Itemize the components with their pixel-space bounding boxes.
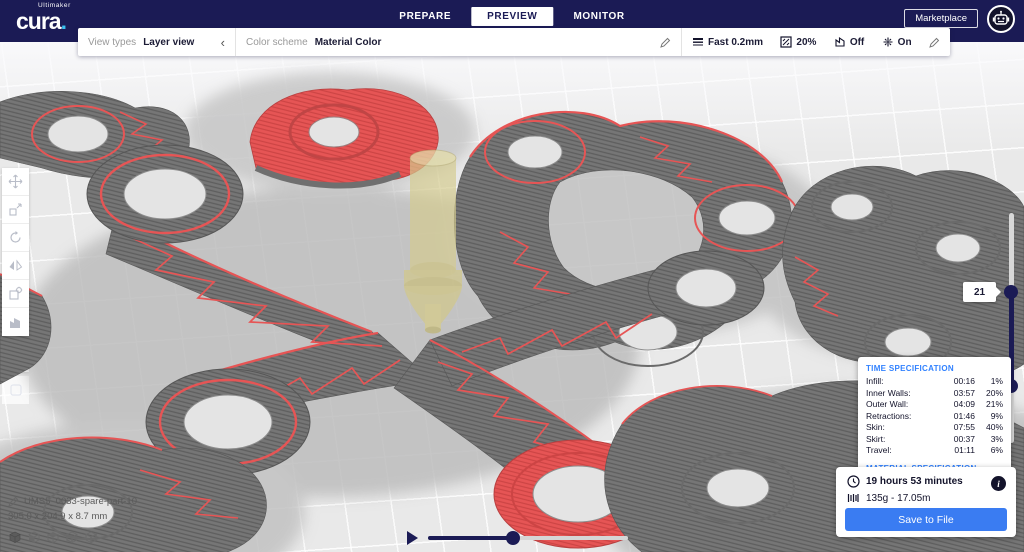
rotate-tool-button[interactable] [2,224,29,252]
robot-avatar-icon [986,4,1016,34]
infill-icon [780,36,792,48]
print-time-estimate: 19 hours 53 minutes [866,476,963,487]
adhesion-value: On [898,37,912,48]
account-avatar[interactable] [986,4,1016,34]
model-info: UMS5_0033-spare-part-10 305.0 x 204.9 x … [8,496,137,522]
tab-monitor[interactable]: MONITOR [557,7,640,26]
per-model-settings-icon [8,286,23,301]
infill-setting[interactable]: 20% [780,36,816,48]
marketplace-button[interactable]: Marketplace [904,9,978,28]
time-row: Inner Walls:03:5720% [866,388,1003,400]
stage-menu-bar: View types Layer view ‹ Color scheme Mat… [78,28,950,56]
support-setting[interactable]: Off [834,36,864,48]
view-types-value: Layer view [143,37,194,48]
scale-tool-button[interactable] [2,196,29,224]
profile-setting[interactable]: Fast 0.2mm [692,36,763,48]
print-job-panel: 19 hours 53 minutes 135g - 17.05m i Save… [836,467,1016,537]
time-row: Outer Wall:04:0921% [866,399,1003,411]
simulation-slider-handle[interactable] [506,531,520,545]
print-settings-summary[interactable]: Fast 0.2mm 20% Off On [682,28,950,56]
per-model-settings-button[interactable] [2,280,29,308]
print-details-info-button[interactable]: i [991,476,1006,491]
move-tool-button[interactable] [2,168,29,196]
logo-dot: . [61,8,66,34]
adhesion-icon [882,36,894,48]
color-scheme-selector[interactable]: Color scheme Material Color [236,28,681,56]
model-part[interactable] [783,166,1024,379]
clock-icon [847,475,860,488]
time-spec-title: TIME SPECIFICATION [866,364,1003,373]
move-icon [8,174,23,189]
edit-pencil-icon[interactable] [660,37,671,48]
current-layer-tooltip: 21 [963,282,996,302]
adhesion-setting[interactable]: On [882,36,912,48]
layer-height-icon [692,36,704,48]
cura-logo: Ultimaker cura. [16,3,71,33]
material-spool-icon [847,492,859,504]
support-value: Off [850,37,864,48]
view-front-icon[interactable] [27,530,41,544]
rename-pencil-icon[interactable] [8,496,19,507]
view-types-label: View types [88,37,136,48]
simulation-slider-track[interactable] [428,536,628,540]
stage-tabs: PREPARE PREVIEW MONITOR [383,7,640,26]
scale-icon [8,202,23,217]
time-row: Skirt:00:373% [866,434,1003,446]
collapse-chevron-icon[interactable]: ‹ [221,36,225,49]
simulation-play-button[interactable] [407,531,418,545]
time-row: Infill:00:161% [866,376,1003,388]
view-left-icon[interactable] [65,530,79,544]
infill-value: 20% [796,37,816,48]
color-scheme-label: Color scheme [246,37,308,48]
view-types-selector[interactable]: View types Layer view ‹ [78,28,235,56]
color-scheme-value: Material Color [315,37,382,48]
support-blocker-icon [8,315,23,330]
layer-slider-upper-handle[interactable] [1004,285,1018,299]
view-right-icon[interactable] [84,530,98,544]
time-row: Travel:01:116% [866,445,1003,457]
profile-value: Fast 0.2mm [708,37,763,48]
nozzle-preview [404,150,462,334]
model-dimensions: 305.0 x 204.9 x 8.7 mm [8,511,137,522]
rotate-icon [8,230,23,245]
tab-prepare[interactable]: PREPARE [383,7,467,26]
edit-settings-pencil-icon[interactable] [929,37,940,48]
time-row: Retractions:01:469% [866,411,1003,423]
model-name: UMS5_0033-spare-part-10 [24,496,137,507]
simulation-slider-fill [428,536,513,540]
view-3d-icon[interactable] [8,530,22,544]
cura-window: Ultimaker cura. PREPARE PREVIEW MONITOR … [0,0,1024,552]
support-icon [834,36,846,48]
tool-panel [2,168,29,336]
mirror-tool-button[interactable] [2,252,29,280]
save-to-file-button[interactable]: Save to File [845,508,1007,531]
mirror-icon [8,258,23,273]
time-row: Skin:07:5540% [866,422,1003,434]
view-top-icon[interactable] [46,530,60,544]
support-blocker-button[interactable] [2,308,29,336]
tab-preview[interactable]: PREVIEW [471,7,553,26]
material-usage-estimate: 135g - 17.05m [866,493,931,504]
camera-view-buttons [8,530,98,544]
